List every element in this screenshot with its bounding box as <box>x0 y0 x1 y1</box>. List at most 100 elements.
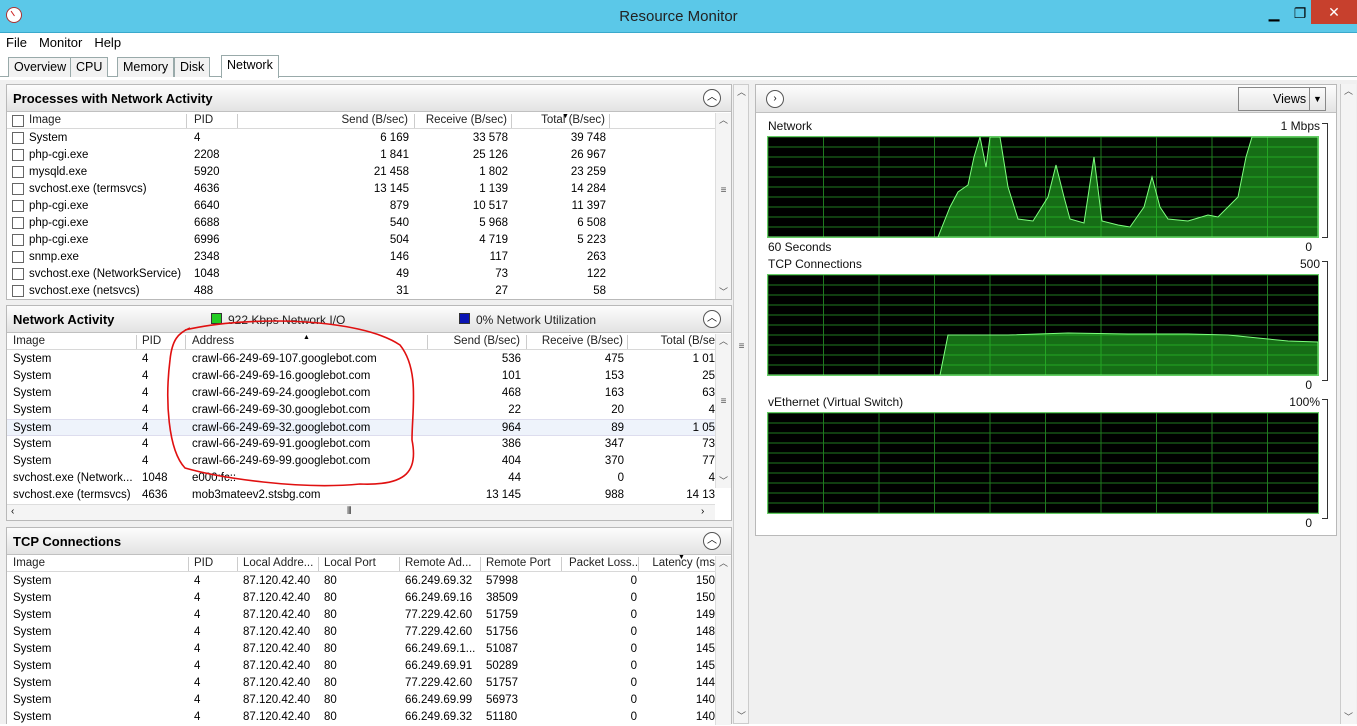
network-activity-hscrollbar[interactable]: ‹ ⦀ › <box>7 504 715 520</box>
row-checkbox[interactable] <box>12 217 24 229</box>
scroll-up-icon[interactable]: ︿ <box>716 556 731 570</box>
hscroll-grip-icon[interactable]: ⦀ <box>347 506 351 517</box>
row-checkbox[interactable] <box>12 166 24 178</box>
col-image[interactable]: Image <box>13 335 137 349</box>
scroll-grip-icon[interactable]: ≡ <box>718 396 729 407</box>
col-local-port[interactable]: Local Port <box>324 557 400 571</box>
table-row[interactable]: svchost.exe (termsvcs) 4636 mob3mateev2.st… <box>7 487 715 504</box>
processes-scrollbar[interactable]: ︿ ≡ ﹀ <box>715 113 731 299</box>
table-row[interactable]: svchost.exe (NetworkService) 1048 49 73 122 <box>7 266 715 283</box>
col-receive[interactable]: Receive (B/sec) <box>416 114 512 128</box>
right-scrollbar[interactable]: ︿ ﹀ <box>1340 84 1356 724</box>
table-cell: 4 <box>708 472 715 484</box>
scroll-down-icon[interactable]: ﹀ <box>1341 710 1356 724</box>
row-checkbox[interactable] <box>12 183 24 195</box>
table-row[interactable]: System 4 87.120.42.40 80 66.249.69.91 50289 0 1… <box>7 658 715 675</box>
table-row[interactable]: System 4 crawl-66-249-69-30.googlebot.com 2… <box>7 402 715 419</box>
tcp-collapse-icon[interactable]: ︿ <box>703 532 721 550</box>
network-activity-scrollbar[interactable]: ︿ ≡ ﹀ <box>715 334 731 488</box>
col-image[interactable]: Image <box>13 557 189 571</box>
table-row[interactable]: System 4 crawl-66-249-69-99.googlebot.com 4… <box>7 453 715 470</box>
network-activity-header[interactable]: Network Activity 922 Kbps Network I/O 0%… <box>7 306 731 333</box>
table-row[interactable]: php-cgi.exe 6640 879 10 517 11 397 <box>7 198 715 215</box>
scroll-down-icon[interactable]: ﹀ <box>734 709 749 723</box>
row-checkbox[interactable] <box>12 268 24 280</box>
table-row[interactable]: System 4 87.120.42.40 80 66.249.69.1... 51087… <box>7 641 715 658</box>
views-dropdown[interactable]: Views ▼ <box>1238 87 1326 111</box>
col-pid[interactable]: PID <box>142 335 186 349</box>
expand-arrow-icon[interactable]: › <box>766 90 784 108</box>
table-row[interactable]: System 4 crawl-66-249-69-32.googlebot.com 9… <box>7 419 715 436</box>
table-row[interactable]: snmp.exe 2348 146 117 263 <box>7 249 715 266</box>
select-all-checkbox[interactable] <box>12 115 24 127</box>
row-checkbox[interactable] <box>12 200 24 212</box>
table-row[interactable]: svchost.exe (Network... 1048 e000:fc:: 44 0 4 <box>7 470 715 487</box>
table-row[interactable]: System 4 87.120.42.40 80 77.229.42.60 51759 0 1… <box>7 607 715 624</box>
row-checkbox[interactable] <box>12 251 24 263</box>
network-activity-collapse-icon[interactable]: ︿ <box>703 310 721 328</box>
tcp-graph <box>767 274 1319 376</box>
table-row[interactable]: php-cgi.exe 6996 504 4 719 5 223 <box>7 232 715 249</box>
menu-file[interactable]: File <box>0 35 33 51</box>
tcp-scrollbar[interactable]: ︿ <box>715 556 731 725</box>
table-row[interactable]: php-cgi.exe 6688 540 5 968 6 508 <box>7 215 715 232</box>
table-row[interactable]: mysqld.exe 5920 21 458 1 802 23 259 <box>7 164 715 181</box>
table-row[interactable]: System 4 87.120.42.40 80 66.249.69.32 57998 0 1… <box>7 573 715 590</box>
row-checkbox[interactable] <box>12 149 24 161</box>
row-checkbox[interactable] <box>12 234 24 246</box>
table-row[interactable]: System 4 crawl-66-249-69-24.googlebot.com 4… <box>7 385 715 402</box>
table-row[interactable]: System 4 87.120.42.40 80 66.249.69.99 56973 0 1… <box>7 692 715 709</box>
col-remote-port[interactable]: Remote Port <box>486 557 562 571</box>
table-row[interactable]: System 4 87.120.42.40 80 77.229.42.60 51757 0 1… <box>7 675 715 692</box>
row-checkbox[interactable] <box>12 132 24 144</box>
table-row[interactable]: System 4 crawl-66-249-69-16.googlebot.com 1… <box>7 368 715 385</box>
scroll-right-icon[interactable]: › <box>701 506 704 517</box>
scroll-down-icon[interactable]: ﹀ <box>716 474 731 488</box>
scroll-down-icon[interactable]: ﹀ <box>716 285 731 299</box>
chevron-down-icon[interactable]: ▼ <box>1309 88 1325 110</box>
table-row[interactable]: System 4 87.120.42.40 80 66.249.69.32 51180 0 1… <box>7 709 715 726</box>
scroll-grip-icon[interactable]: ≡ <box>718 185 729 196</box>
col-remote-address[interactable]: Remote Ad... <box>405 557 481 571</box>
col-packet-loss[interactable]: Packet Loss... <box>569 557 639 571</box>
col-total[interactable]: Total (B/se <box>629 335 715 347</box>
table-row[interactable]: System 4 crawl-66-249-69-91.googlebot.com 3… <box>7 436 715 453</box>
tab-network[interactable]: Network <box>221 55 279 78</box>
menu-monitor[interactable]: Monitor <box>33 35 88 51</box>
scroll-up-icon[interactable]: ︿ <box>716 334 731 348</box>
processes-header[interactable]: Processes with Network Activity ︿ <box>7 85 731 112</box>
table-row[interactable]: System 4 crawl-66-249-69-107.googlebot.com… <box>7 351 715 368</box>
processes-collapse-icon[interactable]: ︿ <box>703 89 721 107</box>
tab-overview[interactable]: Overview <box>8 57 73 77</box>
table-row[interactable]: svchost.exe (termsvcs) 4636 13 145 1 139 14 … <box>7 181 715 198</box>
pane-splitter[interactable]: ︿ ≡ ﹀ <box>733 84 749 724</box>
table-row[interactable]: System 4 6 169 33 578 39 748 <box>7 130 715 147</box>
table-cell: 4 <box>194 132 201 144</box>
tab-memory[interactable]: Memory <box>117 57 175 77</box>
tab-disk[interactable]: Disk <box>174 57 211 77</box>
tcp-connections-header[interactable]: TCP Connections ︿ <box>7 528 731 555</box>
table-row[interactable]: php-cgi.exe 2208 1 841 25 126 26 967 <box>7 147 715 164</box>
row-checkbox[interactable] <box>12 285 24 297</box>
col-receive[interactable]: Receive (B/sec) <box>528 335 628 349</box>
splitter-grip-icon[interactable]: ≡ <box>736 341 747 352</box>
table-row[interactable]: System 4 87.120.42.40 80 66.249.69.16 38509 0 1… <box>7 590 715 607</box>
col-pid[interactable]: PID <box>194 114 238 128</box>
col-send[interactable]: Send (B/sec) <box>239 114 415 128</box>
table-cell: 1 139 <box>479 183 508 195</box>
scroll-left-icon[interactable]: ‹ <box>11 506 14 517</box>
scroll-up-icon[interactable]: ︿ <box>716 113 731 127</box>
close-button[interactable]: ✕ <box>1311 0 1357 24</box>
col-send[interactable]: Send (B/sec) <box>429 335 527 349</box>
col-image[interactable]: Image <box>29 114 187 128</box>
scroll-up-icon[interactable]: ︿ <box>1341 84 1356 98</box>
col-local-address[interactable]: Local Addre... <box>243 557 319 571</box>
tab-cpu[interactable]: CPU <box>70 57 109 77</box>
col-pid[interactable]: PID <box>194 557 238 571</box>
menu-help[interactable]: Help <box>88 35 127 51</box>
table-row[interactable]: System 4 87.120.42.40 80 77.229.42.60 51756 0 1… <box>7 624 715 641</box>
table-cell: 38509 <box>486 592 518 604</box>
col-address[interactable]: Address <box>192 335 428 349</box>
table-row[interactable]: svchost.exe (netsvcs) 488 31 27 58 <box>7 283 715 300</box>
scroll-up-icon[interactable]: ︿ <box>734 85 749 99</box>
